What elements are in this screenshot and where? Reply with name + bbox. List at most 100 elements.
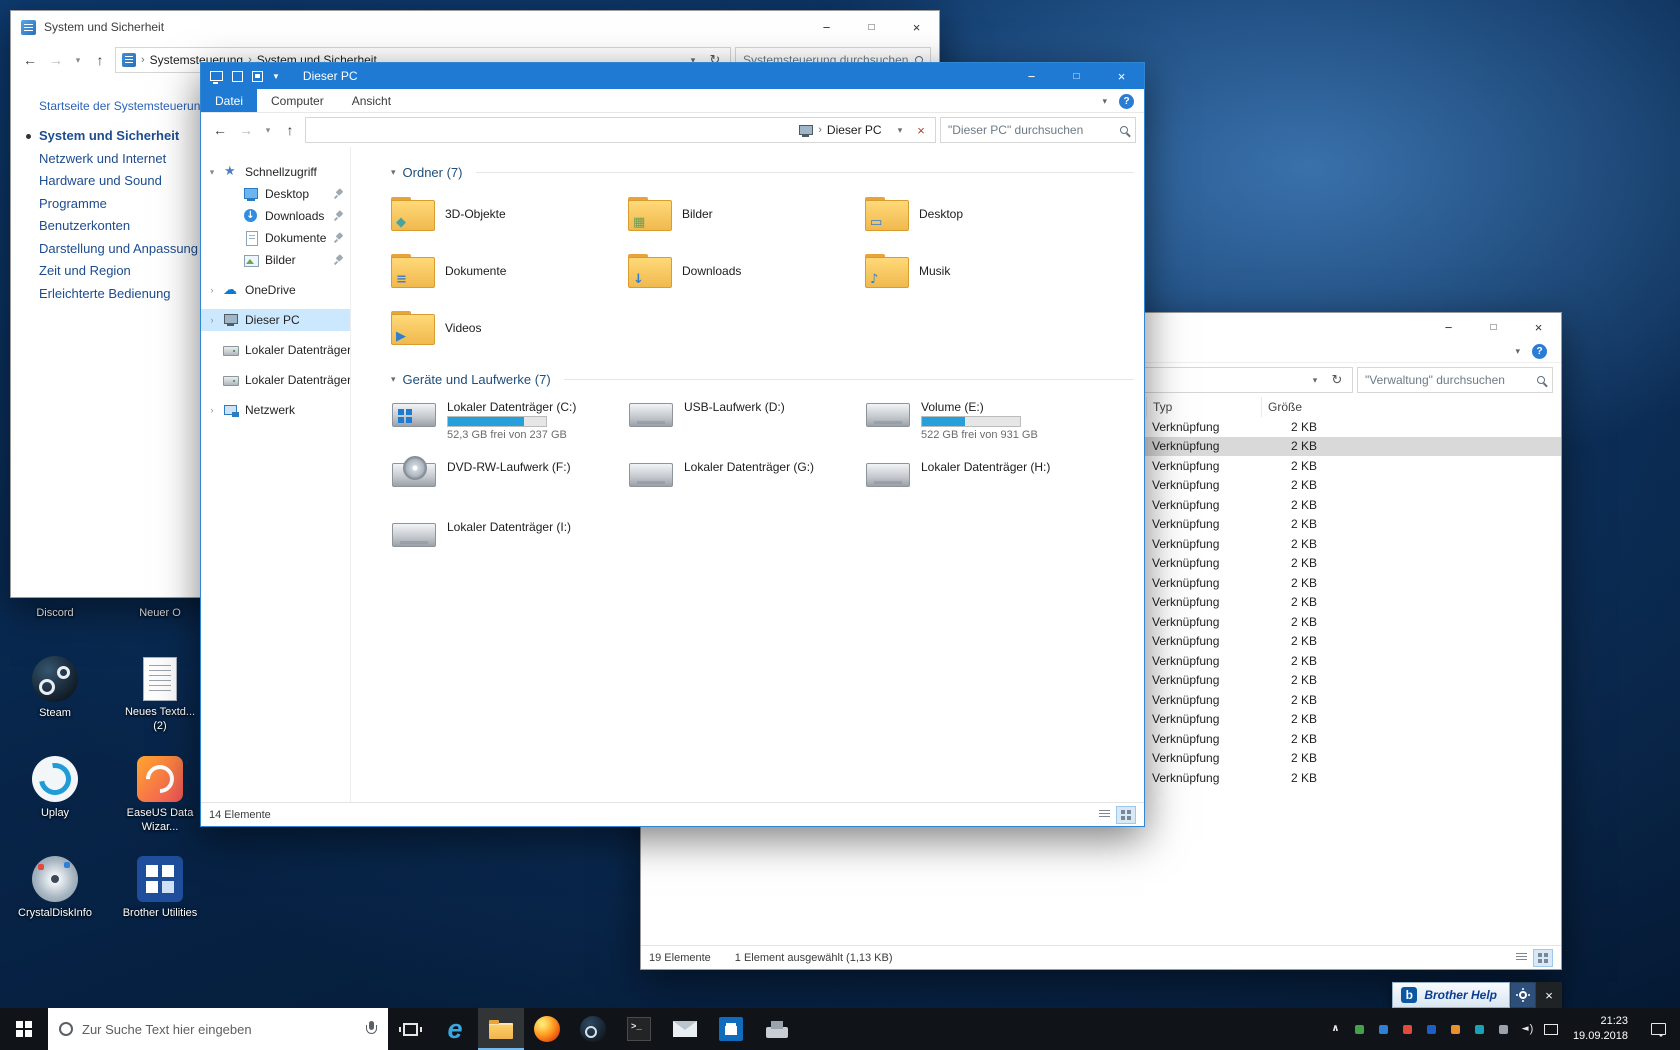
chevron-right-icon[interactable]: › xyxy=(207,405,217,415)
nav-item[interactable]: Lokaler Datenträger ( xyxy=(201,339,350,361)
taskbar-app[interactable] xyxy=(478,1008,524,1050)
column-header-typ[interactable]: Typ xyxy=(1146,397,1261,417)
stop-navigation-icon[interactable]: × xyxy=(913,123,929,138)
chevron-down-icon[interactable]: ▾ xyxy=(391,167,396,178)
history-dropdown-icon[interactable]: ▾ xyxy=(71,49,85,71)
drive-tile[interactable]: Lokaler Datenträger (G:) xyxy=(628,459,865,507)
folder-tile[interactable]: ▶ Videos xyxy=(391,306,628,350)
ribbon-tab[interactable]: Datei xyxy=(201,89,258,112)
nav-item[interactable]: › Dieser PC xyxy=(201,309,350,331)
sidebar-category-link[interactable]: Netzwerk und Internet xyxy=(39,151,166,166)
desktop-icon[interactable]: EaseUS Data Wizar... xyxy=(112,756,208,856)
taskbar-app[interactable] xyxy=(754,1008,800,1050)
brother-help-main[interactable]: b Brother Help xyxy=(1392,982,1510,1008)
help-icon[interactable]: ? xyxy=(1119,93,1134,109)
sidebar-category-link[interactable]: Zeit und Region xyxy=(39,263,131,278)
tray-icon[interactable] xyxy=(1444,1008,1467,1050)
desktop-icon[interactable]: Uplay xyxy=(7,756,103,856)
nav-quick-access[interactable]: ▾ Schnellzugriff xyxy=(201,161,350,183)
chevron-right-icon[interactable]: › xyxy=(207,315,217,325)
taskbar-search[interactable] xyxy=(48,1008,388,1050)
desktop-icon[interactable]: CrystalDiskInfo xyxy=(7,856,103,956)
taskbar-app[interactable] xyxy=(432,1008,478,1050)
chevron-down-icon[interactable]: ▾ xyxy=(207,167,217,178)
forward-button[interactable]: → xyxy=(45,49,67,71)
sidebar-category-link[interactable]: Hardware und Sound xyxy=(39,173,162,188)
back-button[interactable]: ← xyxy=(19,49,41,71)
folder-tile[interactable]: ▦ Bilder xyxy=(628,192,865,236)
folder-tile[interactable]: ▭ Desktop xyxy=(865,192,1102,236)
nav-item[interactable]: Downloads xyxy=(201,205,350,227)
drive-tile[interactable]: USB-Laufwerk (D:) xyxy=(628,399,865,447)
chevron-right-icon[interactable]: › xyxy=(207,285,217,295)
folder-tile[interactable]: ♪ Musik xyxy=(865,249,1102,293)
ribbon-expand-icon[interactable]: ▾ xyxy=(1102,96,1107,107)
address-dropdown-icon[interactable]: ▾ xyxy=(1307,375,1323,386)
microphone-icon[interactable] xyxy=(365,1020,377,1038)
nav-item[interactable]: › OneDrive xyxy=(201,279,350,301)
nav-item[interactable]: Lokaler Datenträger ( xyxy=(201,369,350,391)
drive-tile[interactable]: Lokaler Datenträger (I:) xyxy=(391,519,628,567)
drive-tile[interactable]: DVD-RW-Laufwerk (F:) xyxy=(391,456,628,507)
help-icon[interactable]: ? xyxy=(1532,344,1547,359)
up-button[interactable]: ↑ xyxy=(89,49,111,71)
folder-tile[interactable]: ↓ Downloads xyxy=(628,249,865,293)
taskbar-app[interactable] xyxy=(662,1008,708,1050)
search-input[interactable] xyxy=(948,123,1114,137)
back-button[interactable]: ← xyxy=(209,119,231,141)
taskbar-app[interactable] xyxy=(570,1008,616,1050)
address-bar[interactable]: › Dieser PC ▾ × xyxy=(305,117,936,143)
minimize-button[interactable]: − xyxy=(804,11,849,43)
desktop-icon[interactable]: Neues Textd... (2) xyxy=(112,656,208,756)
taskbar-clock[interactable]: 21:23 19.09.2018 xyxy=(1563,1008,1638,1050)
view-tiles-button[interactable] xyxy=(1116,805,1136,824)
tray-icon[interactable] xyxy=(1348,1008,1371,1050)
ribbon-tab[interactable]: Ansicht xyxy=(338,89,405,112)
qat-new-folder-icon[interactable] xyxy=(252,70,263,82)
sidebar-category-link[interactable]: Erleichterte Bedienung xyxy=(39,286,171,301)
tray-icon[interactable] xyxy=(1396,1008,1419,1050)
maximize-button[interactable]: □ xyxy=(849,11,894,43)
sidebar-category-link[interactable]: Benutzerkonten xyxy=(39,218,130,233)
folder-tile[interactable]: ◆ 3D-Objekte xyxy=(391,192,628,236)
minimize-button[interactable]: − xyxy=(1009,63,1054,89)
history-dropdown-icon[interactable]: ▾ xyxy=(261,119,275,141)
column-header-groesse[interactable]: Größe xyxy=(1261,397,1341,417)
tray-icon[interactable] xyxy=(1540,1008,1563,1050)
desktop-icon[interactable]: Brother Utilities xyxy=(112,856,208,956)
close-button[interactable]: × xyxy=(1516,313,1561,341)
ribbon-expand-icon[interactable]: ▾ xyxy=(1515,346,1520,357)
task-view-button[interactable] xyxy=(388,1008,432,1050)
drive-tile[interactable]: Lokaler Datenträger (C:) 52,3 GB frei vo… xyxy=(391,399,628,447)
tray-icon[interactable] xyxy=(1420,1008,1443,1050)
view-tiles-button[interactable] xyxy=(1533,948,1553,967)
nav-item[interactable]: Dokumente xyxy=(201,227,350,249)
tray-icon[interactable] xyxy=(1324,1008,1347,1050)
maximize-button[interactable]: □ xyxy=(1471,313,1516,341)
tray-icon[interactable] xyxy=(1468,1008,1491,1050)
taskbar-app[interactable] xyxy=(616,1008,662,1050)
qat-customize-icon[interactable]: ▼ xyxy=(272,72,280,81)
settings-gear-button[interactable] xyxy=(1510,982,1536,1008)
view-list-button[interactable] xyxy=(1094,806,1114,824)
tray-icon[interactable] xyxy=(1372,1008,1395,1050)
forward-button[interactable]: → xyxy=(235,119,257,141)
refresh-icon[interactable]: ↻ xyxy=(1328,372,1346,388)
up-button[interactable]: ↑ xyxy=(279,119,301,141)
close-button[interactable]: × xyxy=(1099,63,1144,89)
sidebar-category-link[interactable]: Darstellung und Anpassung xyxy=(39,241,198,256)
tray-icon[interactable] xyxy=(1516,1008,1539,1050)
ribbon-tab[interactable]: Computer xyxy=(257,89,338,112)
minimize-button[interactable]: − xyxy=(1426,313,1471,341)
maximize-button[interactable]: □ xyxy=(1054,63,1099,89)
drive-tile[interactable]: Lokaler Datenträger (H:) xyxy=(865,459,1102,507)
drive-tile[interactable]: Volume (E:) 522 GB frei von 931 GB xyxy=(865,399,1102,447)
desktop-icon[interactable]: Steam xyxy=(7,656,103,756)
tray-icon[interactable] xyxy=(1492,1008,1515,1050)
close-button[interactable]: × xyxy=(1536,982,1562,1008)
taskbar-search-input[interactable] xyxy=(82,1021,356,1037)
taskbar-app[interactable] xyxy=(524,1008,570,1050)
group-header-drives[interactable]: ▾ Geräte und Laufwerke (7) xyxy=(391,372,1134,387)
start-button[interactable] xyxy=(0,1008,48,1050)
address-dropdown-icon[interactable]: ▾ xyxy=(892,125,908,136)
